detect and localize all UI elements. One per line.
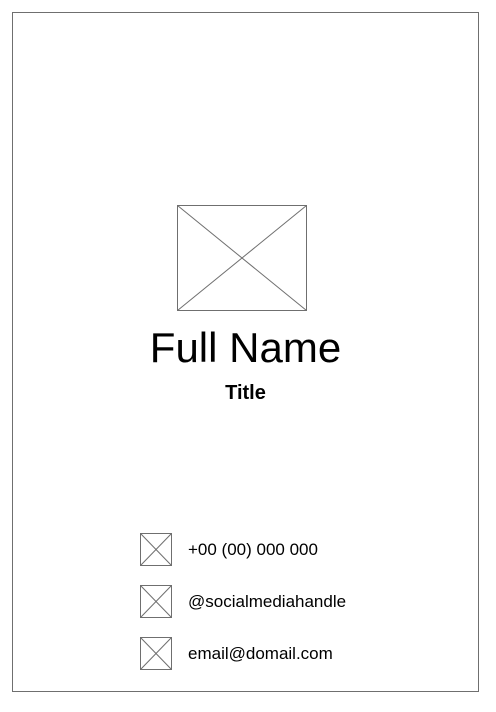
contact-phone: +00 (00) 000 000 [140,533,440,567]
social-media-handle[interactable]: @socialmediahandle [188,585,346,618]
job-title: Title [225,382,266,404]
email-icon [140,637,172,670]
contact-social: @socialmediahandle [140,585,440,619]
phone-icon [140,533,172,566]
email-address[interactable]: email@domail.com [188,637,333,670]
social-media-icon [140,585,172,618]
contact-card: Full Name Title +00 (00) 000 000 @social… [12,12,479,692]
full-name: Full Name [149,324,342,371]
phone-number[interactable]: +00 (00) 000 000 [188,533,318,566]
image-placeholder-icon [177,205,307,311]
contact-email: email@domail.com [140,637,440,671]
